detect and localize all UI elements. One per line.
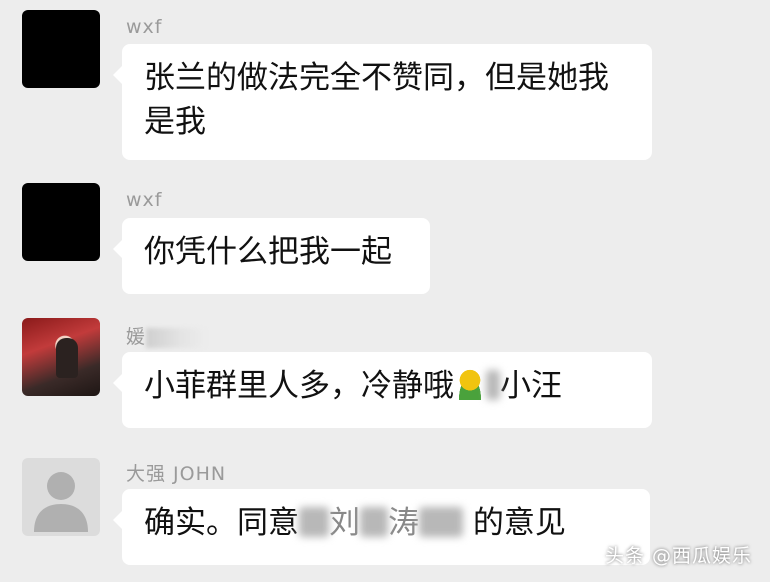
message-bubble[interactable]: 确实。同意刘涛 的意见: [113, 489, 650, 565]
message-text: 确实。同意: [144, 505, 299, 541]
blurred-text: [486, 370, 500, 400]
watermark: 头条 @西瓜娱乐: [604, 545, 752, 567]
message-text: 小汪: [500, 368, 562, 404]
message-text-obscured: 涛: [388, 505, 419, 541]
sender-name: 大强 JOHN: [126, 463, 227, 485]
message-text: 小菲群里人多，冷静哦: [144, 368, 454, 404]
avatar[interactable]: [22, 458, 100, 536]
blurred-text: [419, 507, 463, 537]
message-bubble[interactable]: 张兰的做法完全不赞同，但是她我 是我: [113, 44, 652, 160]
avatar[interactable]: [22, 10, 100, 88]
message-text-obscured: 刘: [329, 505, 360, 541]
message-bubble[interactable]: 你凭什么把我一起: [113, 218, 430, 294]
message-text: 你凭什么把我一起: [144, 234, 392, 270]
sender-name: wxf: [126, 189, 163, 211]
blurred-emoji-icon: [454, 368, 486, 400]
blurred-text: [360, 507, 388, 537]
sender-name: 媛: [126, 322, 207, 349]
default-person-icon: [34, 472, 88, 532]
avatar[interactable]: [22, 318, 100, 396]
avatar[interactable]: [22, 183, 100, 261]
message-text: 张兰的做法完全不赞同，但是她我: [144, 60, 609, 96]
message-text: 的意见: [472, 505, 566, 541]
message-bubble[interactable]: 小菲群里人多，冷静哦 小汪: [113, 352, 652, 428]
blurred-name: [146, 327, 207, 348]
message-text: 是我: [144, 104, 206, 140]
blurred-text: [299, 507, 329, 537]
sender-name: wxf: [126, 16, 163, 38]
sender-name-visible: 媛: [126, 326, 147, 348]
